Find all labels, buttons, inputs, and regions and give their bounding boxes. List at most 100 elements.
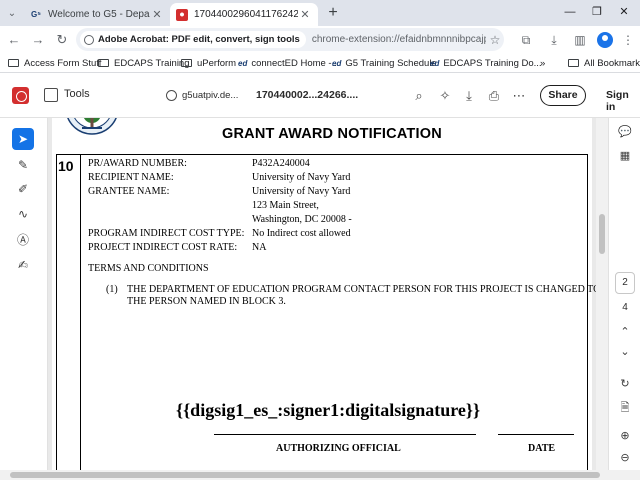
left-tool-rail: ➤ ✎ ✐ ∿ Ⓐ ✍	[0, 118, 48, 470]
side-panel-icon[interactable]: ▥	[570, 30, 590, 50]
back-arrow-icon[interactable]: ←	[4, 30, 24, 50]
bookmark-uperform[interactable]: uPerform	[181, 56, 236, 70]
bookmark-g5-training-schedule[interactable]: ed G5 Training Schedule	[332, 56, 437, 70]
total-pages: 4	[622, 302, 628, 313]
share-button[interactable]: Share	[540, 85, 586, 106]
address-url: chrome-extension://efaidnbmnnnibpcajpcgl…	[311, 34, 486, 45]
globe-icon	[166, 90, 177, 101]
document-canvas[interactable]: GRANT AWARD NOTIFICATION 10 PR/AWARD NUM…	[48, 118, 596, 470]
bookmark-label: EDCAPS Training Do...	[443, 57, 542, 69]
extensions-puzzle-icon[interactable]: ⧉	[516, 30, 536, 50]
field-value: Washington, DC 20008 -	[252, 214, 352, 225]
folder-icon	[181, 59, 192, 67]
digital-signature-field[interactable]: {{digsig1_es_:signer1:digitalsignature}}	[176, 400, 480, 421]
all-bookmarks-folder[interactable]: All Bookmarks	[568, 56, 640, 70]
vertical-scrollbar[interactable]	[596, 118, 608, 470]
restore-window-button[interactable]: ❐	[587, 3, 607, 21]
page-properties-icon[interactable]: 🗎	[617, 400, 633, 416]
field-label: PROJECT INDIRECT COST RATE:	[88, 242, 238, 253]
field-value: P432A240004	[252, 158, 310, 169]
add-comment-icon[interactable]: ✎	[12, 154, 34, 176]
signature-line	[214, 434, 476, 435]
downloads-icon[interactable]: ⤓	[544, 30, 564, 50]
ed-logo-icon: ed	[238, 58, 248, 68]
tools-label[interactable]: Tools	[64, 88, 90, 100]
acrobat-logo-icon[interactable]	[12, 87, 29, 104]
tab-strip: ⌄ G⁵ Welcome to G5 - Department of Educa…	[0, 0, 640, 26]
page-up-icon[interactable]: ⌃	[617, 324, 633, 340]
close-tab-icon[interactable]: ✕	[298, 8, 312, 21]
authorizing-official-label: AUTHORIZING OFFICIAL	[276, 443, 401, 454]
bookmarks-overflow-button[interactable]: »	[540, 56, 545, 70]
bookmark-label: connectED Home -...	[251, 57, 340, 69]
tab-g5-welcome[interactable]: G⁵ Welcome to G5 - Department of Educati…	[24, 3, 170, 26]
minimize-window-button[interactable]: —	[560, 3, 580, 21]
field-value: 123 Main Street,	[252, 200, 319, 211]
field-value: No Indirect cost allowed	[252, 228, 351, 239]
fill-sign-icon[interactable]: ✍	[12, 254, 34, 276]
field-value: University of Navy Yard	[252, 172, 351, 183]
page-down-icon[interactable]: ⌄	[617, 344, 633, 360]
browser-menu-icon[interactable]: ⋮	[618, 30, 638, 50]
site-info-icon	[84, 34, 94, 45]
select-cursor-icon[interactable]: ➤	[12, 128, 34, 150]
bookmark-edcaps-training-docs[interactable]: ed EDCAPS Training Do...	[430, 56, 542, 70]
field-value: NA	[252, 242, 267, 253]
tab-search-icon[interactable]: ⌄	[4, 5, 20, 21]
horizontal-scrollbar[interactable]	[0, 470, 640, 480]
address-bar[interactable]: Adobe Acrobat: PDF edit, convert, sign t…	[76, 28, 504, 51]
current-page-input[interactable]: 2	[615, 272, 635, 294]
tab-pdf-active[interactable]: ⏺ 17044002960411762426640.pdf ✕	[170, 3, 318, 26]
term-text-line: THE DEPARTMENT OF EDUCATION PROGRAM CONT…	[127, 284, 596, 295]
print-icon[interactable]: ⎙	[485, 87, 503, 105]
terms-heading: TERMS AND CONDITIONS	[88, 263, 209, 274]
folder-icon	[568, 59, 579, 67]
zoom-out-icon[interactable]: ⊖	[617, 450, 633, 466]
folder-icon	[98, 59, 109, 67]
pdf-page: GRANT AWARD NOTIFICATION 10 PR/AWARD NUM…	[52, 118, 596, 470]
close-window-button[interactable]: ✕	[614, 3, 634, 21]
grant-award-title: GRANT AWARD NOTIFICATION	[222, 126, 442, 142]
source-site-label: g5uatpiv.de...	[182, 90, 239, 101]
date-line	[498, 434, 574, 435]
bookmark-edcaps-training[interactable]: EDCAPS Training	[98, 56, 190, 70]
bookmark-label: EDCAPS Training	[114, 57, 190, 69]
bookmark-label: Access Form Stuff	[24, 57, 102, 69]
field-label: GRANTEE NAME:	[88, 186, 170, 197]
profile-avatar[interactable]	[597, 32, 613, 48]
rotate-icon[interactable]: ↻	[617, 376, 633, 392]
comments-panel-icon[interactable]: 💬	[617, 124, 633, 140]
add-text-icon[interactable]: Ⓐ	[12, 228, 34, 250]
more-options-icon[interactable]: ⋯	[510, 87, 528, 105]
bookmark-access-form-stuff[interactable]: Access Form Stuff	[8, 56, 101, 70]
field-label: PR/AWARD NUMBER:	[88, 158, 187, 169]
zoom-in-icon[interactable]: ⊕	[617, 428, 633, 444]
all-bookmarks-label: All Bookmarks	[584, 57, 640, 69]
horizontal-scroll-thumb[interactable]	[10, 472, 600, 478]
browser-toolbar: ← → ↻ Adobe Acrobat: PDF edit, convert, …	[0, 26, 640, 53]
close-tab-icon[interactable]: ✕	[150, 8, 164, 21]
new-tab-button[interactable]: +	[324, 4, 342, 22]
tab-title: 17044002960411762426640.pdf	[194, 9, 298, 20]
vertical-scroll-thumb[interactable]	[599, 214, 605, 254]
reload-icon[interactable]: ↻	[52, 30, 72, 50]
bookmark-label: uPerform	[197, 57, 237, 69]
bookmark-connected-home[interactable]: ed connectED Home -...	[238, 56, 340, 70]
thumbnails-grid-icon[interactable]: ▦	[617, 148, 633, 164]
forward-arrow-icon[interactable]: →	[28, 30, 48, 50]
sign-in-link[interactable]: Sign in	[606, 89, 640, 113]
draw-freeform-icon[interactable]: ∿	[12, 203, 34, 225]
block-divider	[80, 154, 81, 470]
field-label: RECIPIENT NAME:	[88, 172, 174, 183]
ai-assistant-icon[interactable]: ✧	[436, 87, 454, 105]
search-icon[interactable]: ⌕	[410, 87, 428, 105]
acrobat-toolbar: Tools g5uatpiv.de... 170440002...24266..…	[0, 73, 640, 118]
tools-grid-icon[interactable]	[44, 88, 58, 102]
grant-form-block	[56, 154, 588, 470]
download-icon[interactable]: ⤓	[460, 87, 478, 105]
site-chip[interactable]: Adobe Acrobat: PDF edit, convert, sign t…	[80, 31, 306, 48]
highlight-pen-icon[interactable]: ✐	[12, 178, 34, 200]
bookmark-star-icon[interactable]: ☆	[486, 33, 504, 47]
document-name[interactable]: 170440002...24266....	[256, 89, 358, 101]
date-label: DATE	[528, 443, 556, 454]
